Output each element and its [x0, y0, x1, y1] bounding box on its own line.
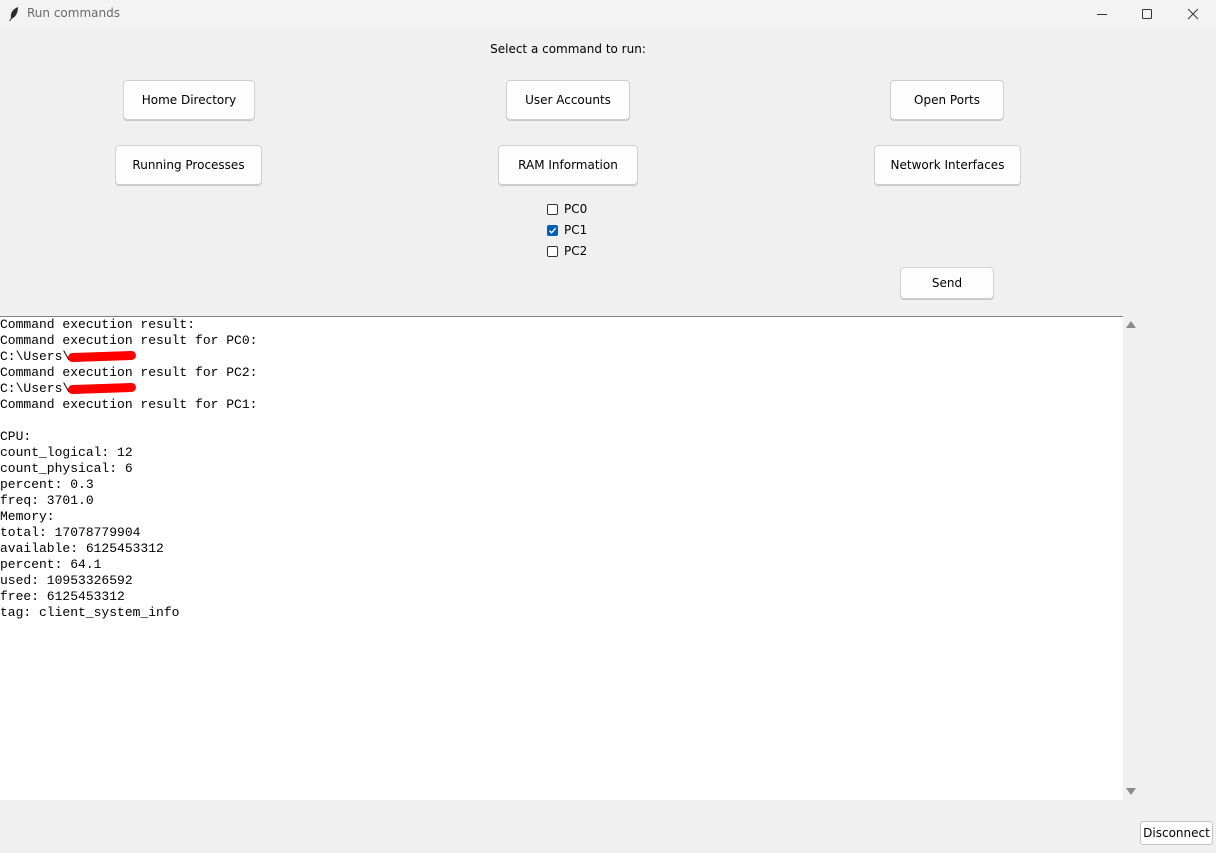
command-prompt-label: Select a command to run: — [490, 42, 646, 56]
scroll-up-arrow-icon[interactable] — [1126, 321, 1136, 328]
output-line: freq: 3701.0 — [0, 493, 94, 508]
output-line: percent: 64.1 — [0, 557, 102, 572]
close-button[interactable] — [1170, 0, 1216, 28]
checkbox-label: PC0 — [564, 202, 588, 216]
maximize-button[interactable] — [1124, 0, 1170, 28]
output-line: Command execution result: — [0, 317, 196, 332]
send-button[interactable]: Send — [900, 267, 994, 299]
scroll-down-arrow-icon[interactable] — [1126, 788, 1136, 795]
checkbox-unchecked-icon[interactable] — [547, 245, 558, 257]
output-line: Command execution result for PC1: — [0, 397, 258, 412]
output-line: used: 10953326592 — [0, 573, 133, 588]
disconnect-button[interactable]: Disconnect — [1140, 821, 1213, 845]
checkbox-label: PC1 — [564, 223, 588, 237]
output-line: C:\Users\ — [0, 381, 1123, 397]
output-textarea[interactable]: Command execution result: Command execut… — [0, 316, 1123, 800]
output-line: free: 6125453312 — [0, 589, 125, 604]
output-line: Command execution result for PC2: — [0, 365, 258, 380]
target-checkbox-pc2[interactable]: PC2 — [547, 243, 587, 259]
open-ports-button[interactable]: Open Ports — [890, 80, 1004, 120]
window-title: Run commands — [27, 6, 120, 20]
target-checkbox-pc1[interactable]: PC1 — [547, 222, 587, 238]
output-line: available: 6125453312 — [0, 541, 164, 556]
output-line: count_physical: 6 — [0, 461, 133, 476]
window-edge — [1203, 28, 1216, 853]
checkbox-unchecked-icon[interactable] — [547, 203, 558, 215]
output-line-text: C:\Users\ — [0, 381, 71, 396]
minimize-button[interactable] — [1079, 0, 1125, 28]
output-line: percent: 0.3 — [0, 477, 94, 492]
running-processes-button[interactable]: Running Processes — [115, 145, 262, 185]
home-directory-button[interactable]: Home Directory — [123, 80, 255, 120]
maximize-icon — [1142, 9, 1152, 19]
network-interfaces-button[interactable]: Network Interfaces — [874, 145, 1021, 185]
output-line: count_logical: 12 — [0, 445, 133, 460]
redaction-mark — [68, 350, 137, 363]
checkbox-checked-icon[interactable] — [547, 224, 558, 236]
output-line: tag: client_system_info — [0, 605, 180, 620]
checkbox-label: PC2 — [564, 244, 588, 258]
output-line: Memory: — [0, 509, 55, 524]
output-line: C:\Users\ — [0, 349, 1123, 365]
redaction-mark — [68, 382, 137, 395]
output-line: total: 17078779904 — [0, 525, 141, 540]
output-line: CPU: — [0, 429, 32, 444]
output-line: Command execution result for PC0: — [0, 333, 258, 348]
target-checkbox-pc0[interactable]: PC0 — [547, 201, 587, 217]
output-line-text: C:\Users\ — [0, 349, 71, 364]
close-icon — [1187, 8, 1199, 20]
user-accounts-button[interactable]: User Accounts — [506, 80, 630, 120]
ram-information-button[interactable]: RAM Information — [498, 145, 638, 185]
title-bar: Run commands — [0, 0, 1216, 28]
minimize-icon — [1097, 14, 1107, 15]
feather-icon — [9, 7, 18, 21]
output-scrollbar[interactable] — [1123, 316, 1140, 800]
